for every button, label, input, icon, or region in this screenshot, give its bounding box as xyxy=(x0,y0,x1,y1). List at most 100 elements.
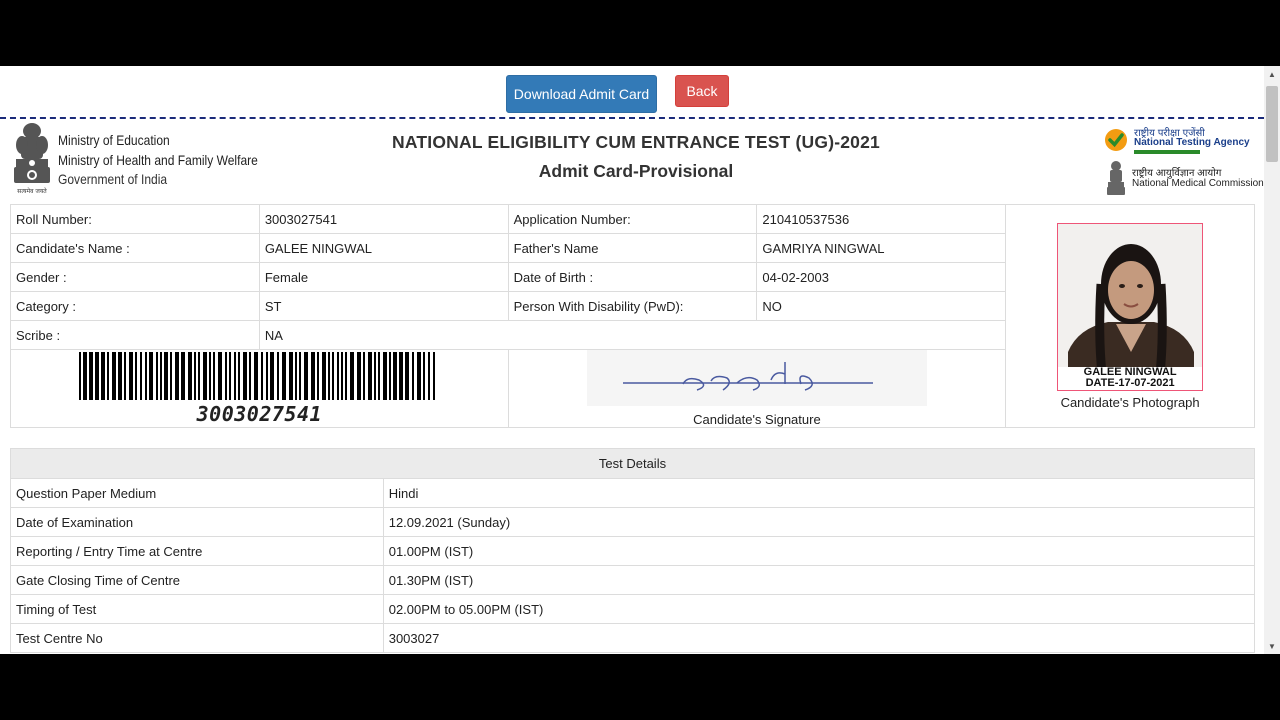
barcode-bar xyxy=(181,351,186,400)
signature-label: Candidate's Signature xyxy=(693,412,821,427)
test-row-label: Test Centre No xyxy=(10,623,384,653)
barcode-bar xyxy=(295,351,298,400)
barcode-number: 3003027541 xyxy=(196,401,323,426)
barcode-bar xyxy=(341,351,344,400)
barcode-cell: 3003027541 xyxy=(10,349,509,428)
test-row-label: Gate Closing Time of Centre xyxy=(10,565,384,595)
barcode-bar xyxy=(118,351,123,400)
ministry-line-health: Ministry of Health and Family Welfare xyxy=(58,151,258,168)
barcode-bar xyxy=(129,351,134,400)
test-row-value: 01.00PM (IST) xyxy=(382,536,1256,566)
barcode-bar xyxy=(433,351,436,400)
barcode-bar xyxy=(124,351,127,400)
candidate-name-value: GALEE NINGWAL xyxy=(258,233,509,263)
download-admit-card-button[interactable]: Download Admit Card xyxy=(506,75,657,113)
barcode-bar xyxy=(405,351,410,400)
scribe-label: Scribe : xyxy=(10,320,260,350)
pwd-label: Person With Disability (PwD): xyxy=(507,291,758,321)
table-row: Timing of Test 02.00PM to 05.00PM (IST) xyxy=(10,594,1256,624)
barcode-bar xyxy=(270,351,275,400)
barcode-bar xyxy=(194,351,197,400)
barcode-bar xyxy=(203,351,208,400)
barcode-bar xyxy=(107,351,110,400)
nta-check-icon xyxy=(1105,129,1127,151)
barcode-bar xyxy=(101,351,106,400)
candidate-details-table: Roll Number: 3003027541 Application Numb… xyxy=(10,204,1255,428)
category-label: Category : xyxy=(10,291,260,321)
barcode-bar xyxy=(337,351,340,400)
scroll-up-icon[interactable]: ▲ xyxy=(1264,66,1280,82)
back-button[interactable]: Back xyxy=(675,75,729,107)
photo-caption-name: GALEE NINGWAL xyxy=(1083,365,1177,378)
barcode-bar xyxy=(304,351,309,400)
barcode-bar xyxy=(389,351,392,400)
table-row: Test Details xyxy=(10,448,1255,479)
table-row: Date of Examination 12.09.2021 (Sunday) xyxy=(10,507,1256,537)
table-row: Test Centre No 3003027 xyxy=(10,623,1256,653)
application-number-label: Application Number: xyxy=(507,204,758,234)
barcode-bar xyxy=(317,351,320,400)
barcode-bar xyxy=(345,351,348,400)
father-name-value: GAMRIYA NINGWAL xyxy=(756,233,1007,263)
barcode-bar xyxy=(311,351,316,400)
test-row-label: Timing of Test xyxy=(10,594,384,624)
barcode-bar xyxy=(149,351,154,400)
barcode-bar xyxy=(243,351,248,400)
dob-label: Date of Birth : xyxy=(507,262,758,292)
barcode-bar xyxy=(254,351,259,400)
candidate-name-label: Candidate's Name : xyxy=(10,233,260,263)
barcode-bar xyxy=(156,351,159,400)
barcode-bar xyxy=(261,351,264,400)
barcode-bar xyxy=(145,351,148,400)
barcode-bar xyxy=(417,351,422,400)
scrollbar-thumb[interactable] xyxy=(1266,86,1278,162)
scroll-down-icon[interactable]: ▼ xyxy=(1264,638,1280,654)
barcode-bar xyxy=(213,351,216,400)
barcode-bar xyxy=(160,351,163,400)
barcode-bar xyxy=(188,351,193,400)
barcode-bar xyxy=(299,351,302,400)
barcode-bar xyxy=(175,351,180,400)
agency-logos: राष्ट्रीय परीक्षा एजेंसी National Testin… xyxy=(1104,122,1264,202)
photo-cell: GALEE NINGWAL DATE-17-07-2021 Candidate'… xyxy=(1005,204,1255,428)
barcode-bar xyxy=(170,351,173,400)
application-number-value: 210410537536 xyxy=(756,204,1007,234)
barcode-bar xyxy=(350,351,355,400)
nmc-name: National Medical Commission xyxy=(1132,178,1264,189)
table-row: Question Paper Medium Hindi xyxy=(10,478,1256,508)
barcode-bar xyxy=(383,351,388,400)
barcode-bar xyxy=(229,351,232,400)
photo-caption-date: DATE-17-07-2021 xyxy=(1085,376,1175,389)
barcode-bar xyxy=(218,351,223,400)
father-name-label: Father's Name xyxy=(507,233,758,263)
barcode-bar xyxy=(393,351,398,400)
photo-caption: GALEE NINGWAL DATE-17-07-2021 xyxy=(1058,365,1203,390)
scribe-value: NA xyxy=(258,320,1007,350)
test-row-value: 12.09.2021 (Sunday) xyxy=(382,507,1256,537)
barcode-bar xyxy=(363,351,366,400)
barcode-bar xyxy=(249,351,252,400)
barcode-bar xyxy=(328,351,331,400)
test-details-heading: Test Details xyxy=(10,448,1255,479)
barcode-bar xyxy=(135,351,138,400)
svg-text:सत्यमेव जयते: सत्यमेव जयते xyxy=(17,187,47,195)
test-row-label: Question Paper Medium xyxy=(10,478,384,508)
barcode-bar xyxy=(332,351,335,400)
gender-label: Gender : xyxy=(10,262,260,292)
pwd-value: NO xyxy=(756,291,1007,321)
barcode-bar xyxy=(95,351,100,400)
barcode-bar xyxy=(198,351,201,400)
barcode-bar xyxy=(164,351,169,400)
barcode-bar xyxy=(83,351,88,400)
test-details-table: Test Details Question Paper Medium Hindi… xyxy=(10,448,1256,653)
barcode-bar xyxy=(423,351,426,400)
ministry-line-education: Ministry of Education xyxy=(58,132,170,148)
table-row: Reporting / Entry Time at Centre 01.00PM… xyxy=(10,536,1256,566)
test-row-value: 01.30PM (IST) xyxy=(382,565,1256,595)
barcode-bar xyxy=(374,351,377,400)
barcode-bar xyxy=(357,351,362,400)
nta-name: National Testing Agency xyxy=(1134,137,1250,148)
candidate-signature xyxy=(586,350,927,406)
vertical-scrollbar[interactable]: ▲ ▼ xyxy=(1264,66,1280,654)
signature-image xyxy=(622,362,873,391)
